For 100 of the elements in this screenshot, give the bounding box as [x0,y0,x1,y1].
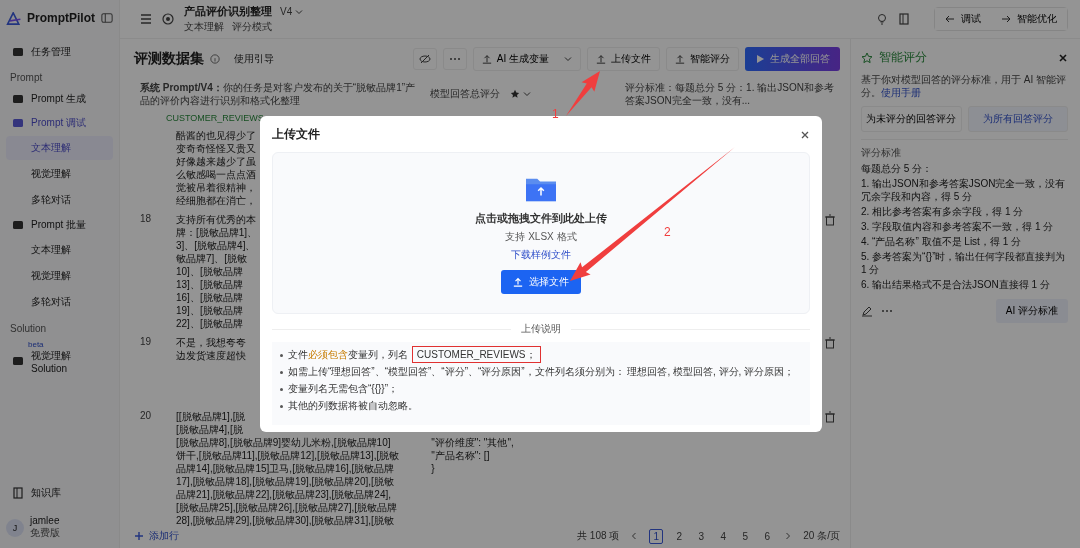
nav-icon [12,355,24,367]
knowledge-item[interactable]: 知识库 [6,481,113,505]
target-icon[interactable] [162,13,174,25]
guide-link[interactable]: 使用引导 [234,52,274,66]
version-dropdown[interactable]: V4 [280,6,304,17]
arrow-right-icon [1001,14,1011,24]
user-plan: 免费版 [30,526,60,540]
star-icon [861,51,873,64]
delete-icon[interactable] [824,214,836,226]
criteria-line: 2. 相比参考答案有多余字段，得 1 分 [861,205,1025,218]
nav-subitem[interactable]: 文本理解 [6,136,113,160]
row-number: 19 [140,336,153,349]
beta-label: beta [28,340,44,349]
ai-criteria-button[interactable]: AI 评分标准 [995,299,1068,323]
user-avatar[interactable]: J [6,518,24,537]
nav-item[interactable]: 任务管理 [6,40,113,64]
annotation-number: 2 [664,225,671,239]
bullet-dot [280,370,283,374]
row-number: 18 [140,213,153,226]
criteria-line: 5. 参考答案为“{}”时，输出任何字段都直接判为 1 分 [861,250,1067,276]
sidebar-toggle-icon[interactable] [101,12,113,24]
criteria-summary: 评分标准：每题总分 5 分：1. 输出JSON和参考答案JSON完全一致，没有... [625,81,835,107]
app-name: PromptPilot [27,11,95,25]
close-icon[interactable] [800,129,810,140]
nav-subitem[interactable]: 视觉理解 [6,264,113,288]
dialog-title: 上传文件 [272,126,320,143]
annotation-number: 1 [552,107,559,121]
page-button[interactable]: 2 [673,529,686,543]
star-dropdown[interactable] [510,89,531,99]
close-icon[interactable] [1058,52,1068,63]
task-tag: 文本理解 [184,20,224,34]
toolbar-button[interactable]: 上传文件 [587,47,660,71]
bullet-dot [280,387,283,391]
dataset-title: 评测数据集 [134,50,204,68]
info-icon[interactable] [210,54,220,64]
menu-icon[interactable] [140,13,152,25]
nav-subitem[interactable]: 视觉理解 [6,162,113,186]
toolbar-icon [675,54,685,64]
nav-item[interactable]: 视觉理解 Solution [6,349,113,373]
row-number: 20 [140,410,153,423]
add-row-button[interactable]: 添加行 [134,529,179,543]
criteria-line: 6. 输出结果格式不是合法JSON直接得 1 分 [861,278,1051,291]
note-line: 其他的列数据将被自动忽略。 [288,399,418,413]
delete-icon[interactable] [824,337,836,349]
section-label: Solution [10,323,48,334]
more-button[interactable] [442,48,467,70]
review-cell-text: [[脱敏品牌1],[脱 [脱敏品牌4],[脱 [脱敏品牌8],[脱敏品牌9]婴幼儿米粉,[脱敏品牌10] 饼干,[脱敏品牌11],[脱敏品牌12],[脱敏品牌13],[脱敏 品牌14],[脱敏品牌15]卫马,[脱敏品牌16],[脱敏品牌 17],[脱敏品牌18],[脱敏品牌19],[脱敏品牌20],[脱敏 品牌21],[脱敏品牌22],[脱敏品牌23],[脱敏品牌24], [脱敏品牌25],[脱敏品牌26],[脱敏品牌27],[脱敏品牌 28],[脱敏品牌29],[脱敏品牌30],[脱敏品牌31],[脱敏 [176,411,400,526]
review-cell-text: 不是，我想夸夸 边发货速度超快 [176,336,246,363]
total-count: 共 108 项 [577,529,620,543]
book-icon [12,487,24,499]
chevron-down-icon [523,90,531,98]
criteria-label: 评分标准 [861,146,902,160]
task-title: 产品评价识别整理 [184,4,272,19]
nav-subitem[interactable]: 多轮对话 [6,188,113,212]
chevron-down-icon [564,55,572,63]
book-icon[interactable] [898,13,910,25]
nav-icon [12,117,24,129]
play-icon [755,54,765,64]
nav-item[interactable]: Prompt 生成 [6,87,113,111]
nav-subitem[interactable]: 多轮对话 [6,290,113,314]
toolbar-icon [596,54,606,64]
nav-icon [12,46,24,58]
page-button[interactable]: 4 [717,529,730,543]
criteria-line: 4. “产品名称” 取值不是 List，得 1 分 [861,235,1022,248]
note-line: 文件必须包含变量列，列名 CUSTOMER_REVIEWS； [288,348,538,362]
choose-file-button[interactable]: 选择文件 [501,269,581,294]
delete-icon[interactable] [824,411,836,423]
bullet-dot [280,404,283,408]
page-button[interactable]: 1 [649,528,664,544]
page-button[interactable]: 6 [761,529,774,543]
edit-icon[interactable] [861,305,873,317]
toolbar-button[interactable]: AI 生成变量 [472,47,581,71]
panel-description: 基于你对模型回答的评分标准，用于 AI 智能评分。使用手册 [861,73,1067,99]
toolbar-button[interactable]: 智能评分 [666,47,739,71]
sample-file-link[interactable]: 下载样例文件 [511,247,571,262]
panel-title: 智能评分 [879,49,927,66]
column-header: CUSTOMER_REVIEWS [165,112,264,125]
nav-subitem[interactable]: 文本理解 [6,238,113,262]
review-cell: 支持所有优秀的本 牌：[脱敏品牌1]、 3]、[脱敏品牌4]、 敏品牌7]、[脱敏 10]、[脱敏品牌 13]、[脱敏品牌 16]、[脱敏品牌 19]、[脱敏品牌 22]、[脱敏品牌 [176,213,258,330]
score-button[interactable]: 为未评分的回答评分 [861,106,962,132]
page-button[interactable]: 5 [739,529,752,543]
nav-icon [12,93,24,105]
bulb-icon[interactable] [876,13,888,25]
bullet-dot [280,353,283,357]
review-cell: 酷酱的也见得少了 变奇奇怪怪又贵又 好像越来越少了虽 么敏感喝一点点酒 觉被吊着很精神， 经细胞都在消亡， [176,129,256,207]
criteria-line: 每题总分 5 分： [861,162,934,175]
logo-icon [6,11,22,25]
page-button[interactable]: 3 [695,529,708,543]
nav-item[interactable]: Prompt 批量 [6,213,113,237]
score-label: 模型回答总评分 [430,87,500,101]
nav-item[interactable]: Prompt 调试 [6,111,113,135]
generate-all-button[interactable]: 生成全部回答 [745,47,840,71]
score-button[interactable]: 为所有回答评分 [967,106,1068,132]
note-line: 变量列名无需包含“{{}}”； [288,382,399,396]
format-hint: 支持 XLSX 格式 [505,229,577,244]
manual-link[interactable]: 使用手册 [881,87,921,98]
nav-icon [12,219,24,231]
hide-button[interactable] [412,48,437,70]
page-size-select[interactable]: 20 条/页 [803,529,840,543]
system-prompt: 系统 Prompt/V4：你的任务是对客户发布的关于“脱敏品牌1”产品的评价内容进行识别和格式化整理 [140,81,417,107]
